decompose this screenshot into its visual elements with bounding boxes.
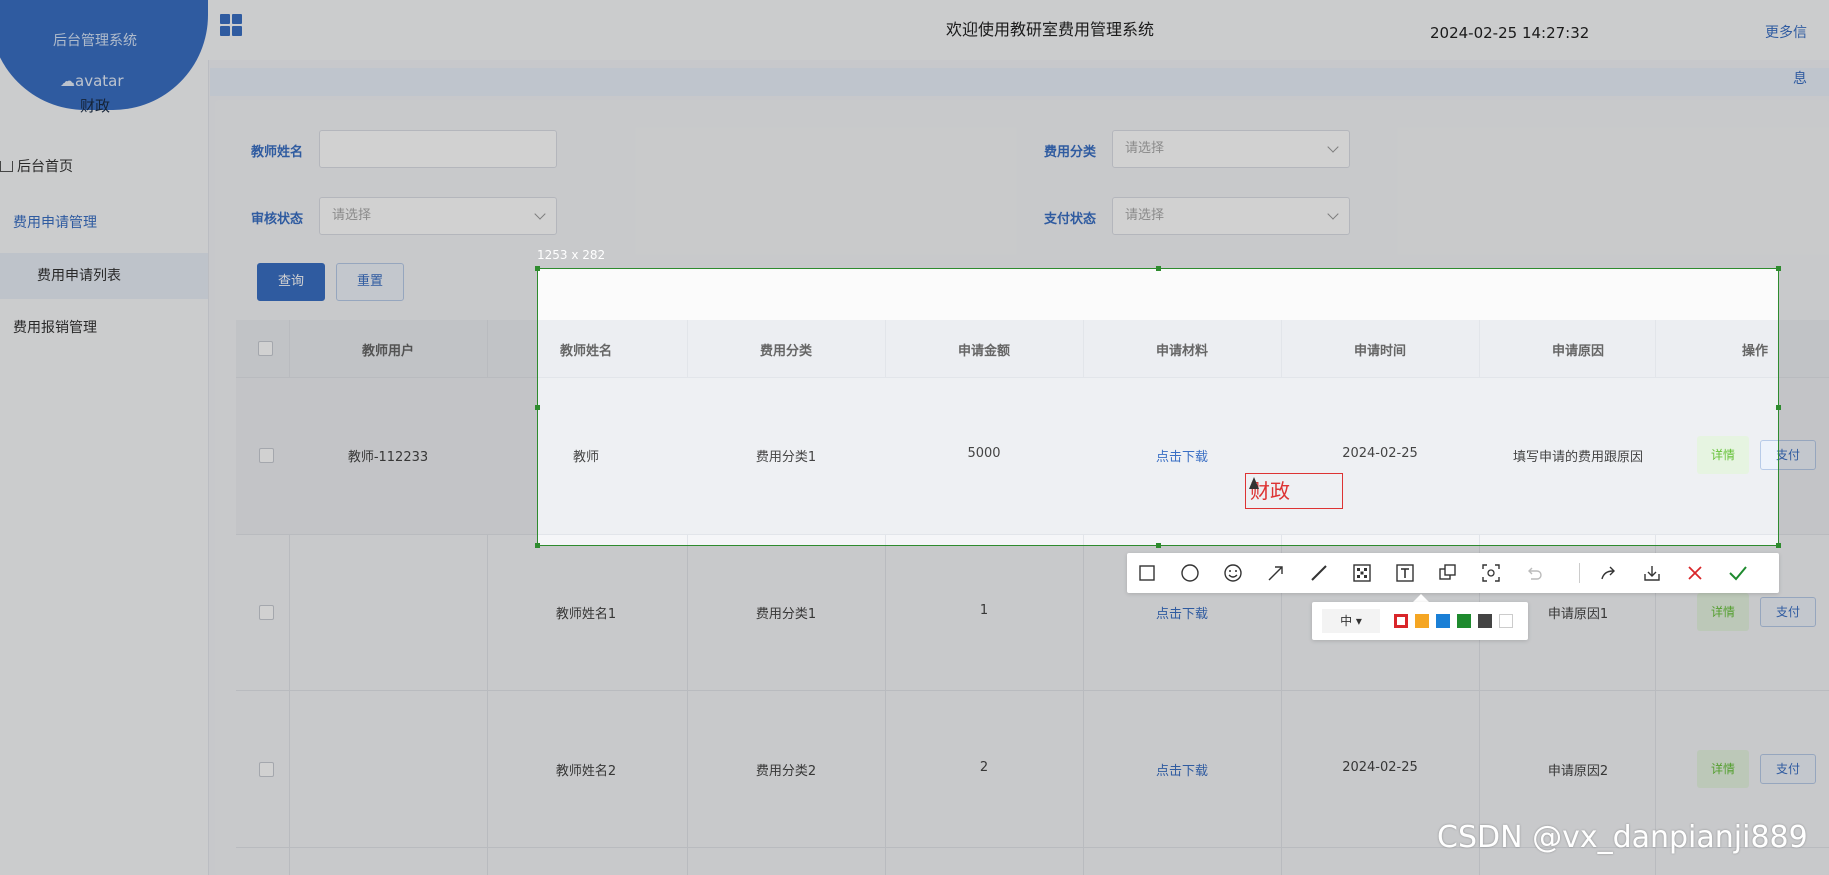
ocr-icon[interactable]	[1471, 553, 1511, 593]
capture-size-label: 1253 x 282	[537, 248, 606, 262]
resize-handle[interactable]	[1156, 266, 1161, 271]
color-swatch-gray[interactable]	[1478, 614, 1492, 628]
text-annotation[interactable]: 财政	[1245, 473, 1343, 509]
watermark: CSDN @vx_danpianji889	[1437, 820, 1808, 855]
color-swatch-blue[interactable]	[1436, 614, 1450, 628]
mouse-cursor-icon	[1249, 477, 1259, 489]
share-icon[interactable]	[1589, 553, 1629, 593]
arrow-icon[interactable]	[1256, 553, 1296, 593]
save-icon[interactable]	[1632, 553, 1672, 593]
text-icon[interactable]	[1385, 553, 1425, 593]
mosaic-icon[interactable]	[1342, 553, 1382, 593]
color-swatch-red[interactable]	[1394, 614, 1408, 628]
pin-icon[interactable]	[1428, 553, 1468, 593]
cancel-icon[interactable]	[1675, 553, 1715, 593]
resize-handle[interactable]	[535, 405, 540, 410]
color-swatch-white[interactable]	[1499, 614, 1513, 628]
capture-selection[interactable]	[537, 268, 1779, 546]
resize-handle[interactable]	[535, 543, 540, 548]
rect-icon[interactable]	[1127, 553, 1167, 593]
pen-icon[interactable]	[1299, 553, 1339, 593]
palette-pointer	[1413, 594, 1429, 602]
capture-dim-right	[1779, 268, 1829, 546]
resize-handle[interactable]	[535, 266, 540, 271]
capture-dim-top	[0, 0, 1829, 268]
toolbar-divider	[1579, 563, 1580, 583]
emoji-icon[interactable]	[1213, 553, 1253, 593]
confirm-icon[interactable]	[1718, 553, 1758, 593]
resize-handle[interactable]	[1776, 543, 1781, 548]
resize-handle[interactable]	[1776, 266, 1781, 271]
resize-handle[interactable]	[1156, 543, 1161, 548]
size-select[interactable]: 中 ▾	[1322, 609, 1380, 633]
resize-handle[interactable]	[1776, 405, 1781, 410]
color-palette: 中 ▾	[1312, 602, 1528, 640]
capture-dim-left	[0, 268, 537, 546]
capture-toolbar	[1127, 553, 1779, 593]
ellipse-icon[interactable]	[1170, 553, 1210, 593]
color-swatch-green[interactable]	[1457, 614, 1471, 628]
color-swatch-orange[interactable]	[1415, 614, 1429, 628]
size-option: 中	[1340, 614, 1353, 628]
undo-icon[interactable]	[1514, 553, 1554, 593]
